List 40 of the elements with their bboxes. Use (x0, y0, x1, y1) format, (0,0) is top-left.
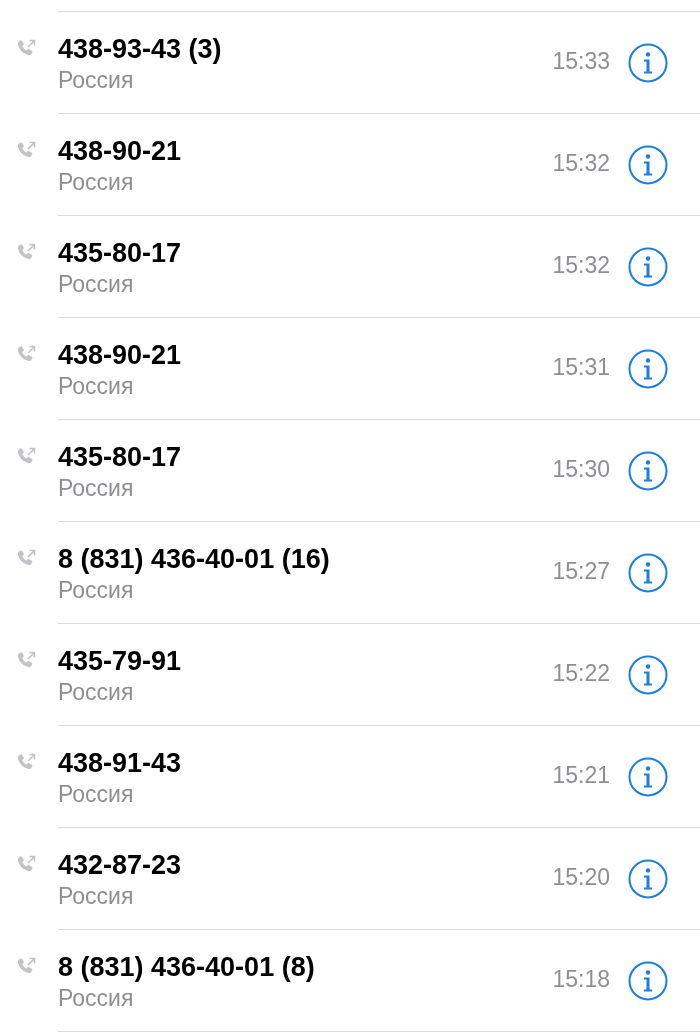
info-icon[interactable] (628, 247, 668, 287)
call-location: Россия (58, 678, 135, 707)
phone-number: 438-90-21 (58, 339, 183, 371)
phone-number: 438-90-21 (58, 135, 183, 167)
info-icon[interactable] (628, 43, 668, 83)
phone-number: 432-87-23 (58, 849, 183, 881)
phone-number: 438-93-43 (3) (58, 33, 223, 65)
call-time: 15:31 (552, 353, 610, 381)
info-icon[interactable] (628, 145, 668, 185)
call-time: 15:18 (552, 965, 610, 993)
call-time: 15:27 (552, 557, 610, 585)
info-icon[interactable] (628, 553, 668, 593)
call-location: Россия (58, 168, 135, 197)
call-location: Россия (58, 984, 135, 1013)
call-location: Россия (58, 474, 135, 503)
call-time: 15:32 (552, 251, 610, 279)
call-time: 15:22 (552, 659, 610, 687)
call-location: Россия (58, 780, 135, 809)
call-time: 15:20 (552, 863, 610, 891)
call-location: Россия (58, 372, 135, 401)
phone-number: 435-79-91 (58, 645, 183, 677)
call-location: Россия (58, 882, 135, 911)
call-time: 15:21 (552, 761, 610, 789)
info-icon[interactable] (628, 757, 668, 797)
phone-number: 8 (831) 436-40-01 (8) (58, 951, 316, 983)
call-time: 15:32 (552, 149, 610, 177)
phone-number: 8 (831) 436-40-01 (16) (58, 543, 331, 575)
info-icon[interactable] (628, 859, 668, 899)
phone-number: 435-80-17 (58, 237, 183, 269)
info-icon[interactable] (628, 349, 668, 389)
info-icon[interactable] (628, 451, 668, 491)
call-time: 15:33 (552, 47, 610, 75)
info-icon[interactable] (628, 655, 668, 695)
phone-number: 435-80-17 (58, 441, 183, 473)
call-location: Россия (58, 576, 135, 605)
call-location: Россия (58, 66, 135, 95)
info-icon[interactable] (628, 961, 668, 1001)
phone-number: 438-91-43 (58, 747, 183, 779)
call-location: Россия (58, 270, 135, 299)
call-time: 15:30 (552, 455, 610, 483)
